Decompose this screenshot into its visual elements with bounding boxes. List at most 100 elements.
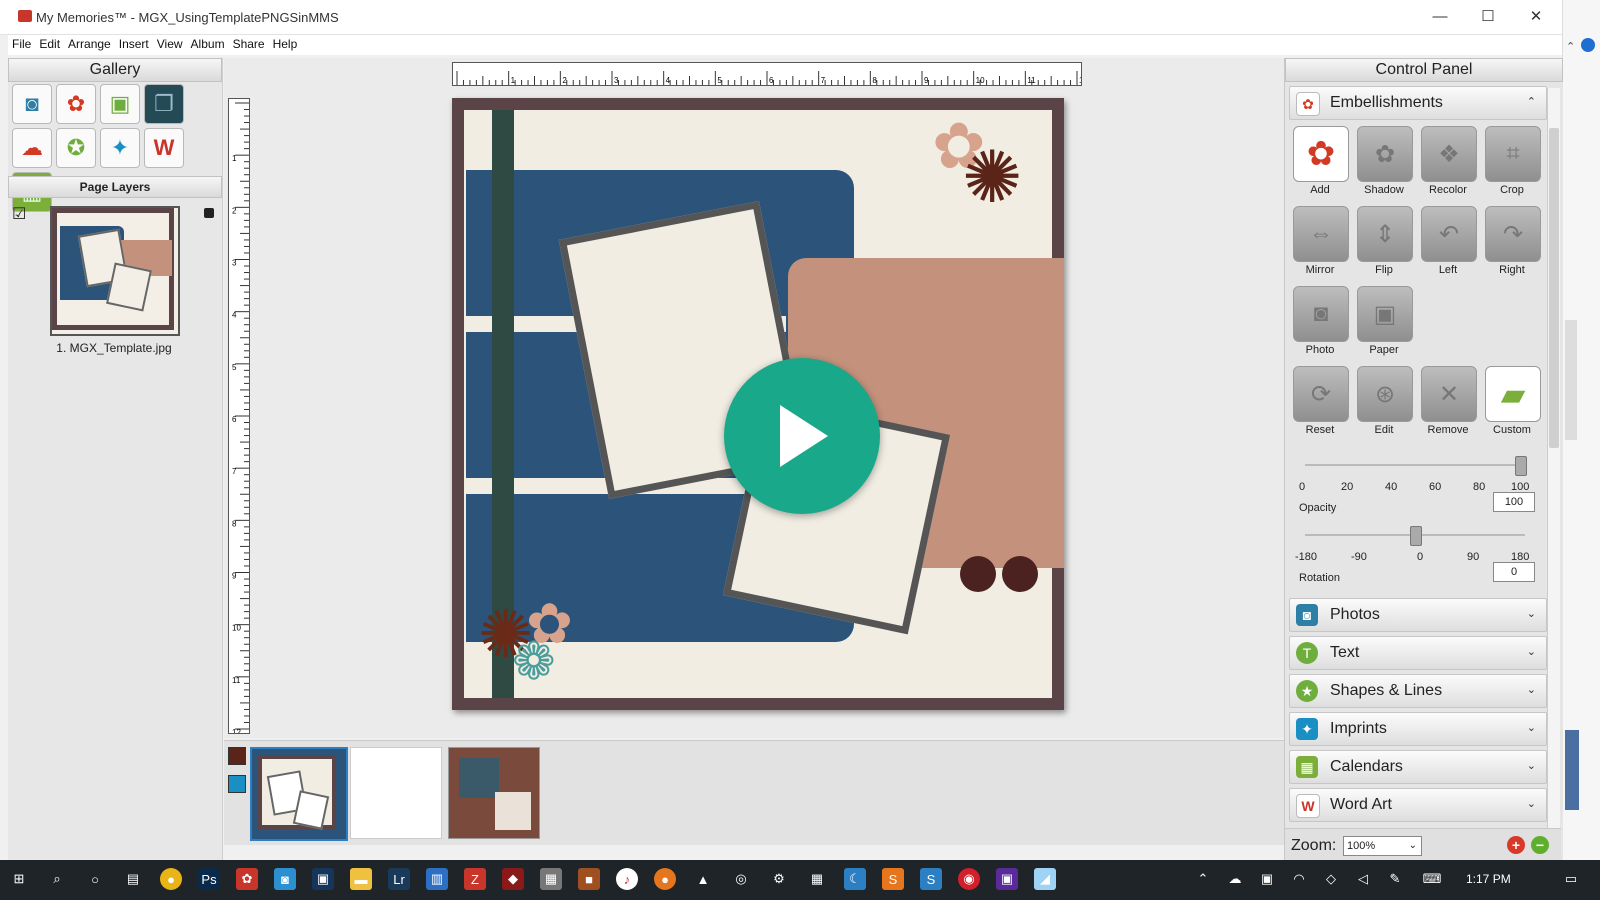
color-swatch-2[interactable]: [228, 775, 246, 793]
control-panel-scrollbar[interactable]: [1547, 88, 1560, 828]
menu-file[interactable]: File: [8, 35, 35, 53]
cortana-icon[interactable]: ○: [84, 868, 106, 890]
lightroom-icon[interactable]: Lr: [388, 868, 410, 890]
close-button[interactable]: ✕: [1512, 0, 1560, 34]
wifi-icon[interactable]: ◠: [1288, 868, 1310, 890]
pen-icon[interactable]: ✎: [1384, 868, 1406, 890]
app-icon-s-orange[interactable]: S: [882, 868, 904, 890]
crop-button[interactable]: ⌗: [1485, 126, 1541, 182]
rotation-slider[interactable]: [1305, 526, 1525, 546]
reset-button[interactable]: ⟳: [1293, 366, 1349, 422]
text-section-header[interactable]: T Text ⌄: [1289, 636, 1547, 670]
menu-edit[interactable]: Edit: [35, 35, 64, 53]
scrollbar-thumb[interactable]: [1549, 128, 1559, 448]
opacity-slider-thumb[interactable]: [1515, 456, 1527, 476]
zoom-select[interactable]: 100% ⌄: [1343, 836, 1422, 856]
dropbox-icon[interactable]: ◇: [1320, 868, 1342, 890]
page-thumbnail-1[interactable]: [250, 747, 348, 841]
menu-view[interactable]: View: [153, 35, 187, 53]
mirror-button[interactable]: ⇔: [1293, 206, 1349, 262]
opacity-slider[interactable]: [1305, 456, 1527, 476]
photo-button[interactable]: ◙: [1293, 286, 1349, 342]
photoshop-icon[interactable]: Ps: [198, 868, 220, 890]
custom-folder-button[interactable]: ▰: [1485, 366, 1541, 422]
app-icon-blue[interactable]: ◙: [274, 868, 296, 890]
minimize-button[interactable]: —: [1416, 0, 1464, 34]
add-button[interactable]: ✿: [1293, 126, 1349, 182]
rotation-slider-thumb[interactable]: [1410, 526, 1422, 546]
button-embellishment-1[interactable]: [960, 556, 996, 592]
flower-embellishment-top-2[interactable]: ✺: [962, 142, 1022, 214]
start-windows-icon[interactable]: ⊞: [8, 868, 30, 890]
color-swatch-1[interactable]: [228, 747, 246, 765]
menu-arrange[interactable]: Arrange: [64, 35, 115, 53]
star-icon[interactable]: ✪: [56, 128, 96, 168]
imprints-section-header[interactable]: ✦ Imprints ⌄: [1289, 712, 1547, 746]
app-icon-moon[interactable]: ☾: [844, 868, 866, 890]
flip-button[interactable]: ⇕: [1357, 206, 1413, 262]
app-icon-lightblue[interactable]: ◢: [1034, 868, 1056, 890]
app-icon-purple[interactable]: ▣: [996, 868, 1018, 890]
lock-icon[interactable]: [204, 208, 214, 218]
shapes-lines-section-header[interactable]: ★ Shapes & Lines ⌄: [1289, 674, 1547, 708]
rotation-input[interactable]: 0: [1493, 562, 1535, 582]
menu-insert[interactable]: Insert: [115, 35, 153, 53]
opacity-input[interactable]: 100: [1493, 492, 1535, 512]
clock-time[interactable]: 1:17 PM: [1466, 872, 1511, 886]
app-icon-brown[interactable]: ■: [578, 868, 600, 890]
search-icon[interactable]: ⌕: [46, 868, 68, 890]
camera-icon[interactable]: ◙: [12, 84, 52, 124]
volume-icon[interactable]: ◁: [1352, 868, 1374, 890]
layers-icon[interactable]: ❐: [144, 84, 184, 124]
recolor-button[interactable]: ❖: [1421, 126, 1477, 182]
button-embellishment-2[interactable]: [1002, 556, 1038, 592]
onedrive-cloud-icon[interactable]: ☁: [1224, 868, 1246, 890]
shadow-button[interactable]: ✿: [1357, 126, 1413, 182]
music-icon[interactable]: ♪: [616, 868, 638, 890]
app-icon-red[interactable]: ◆: [502, 868, 524, 890]
zoom-in-icon[interactable]: +: [1507, 836, 1525, 854]
mymemories-icon[interactable]: ✿: [236, 868, 258, 890]
calculator-icon[interactable]: ▦: [806, 868, 828, 890]
app-icon-dark[interactable]: ▣: [312, 868, 334, 890]
chrome-icon[interactable]: ●: [160, 868, 182, 890]
rotate-right-button[interactable]: ↷: [1485, 206, 1541, 262]
task-view-icon[interactable]: ▤: [122, 868, 144, 890]
butterfly-icon[interactable]: ✦: [100, 128, 140, 168]
menu-share[interactable]: Share: [229, 35, 269, 53]
calendars-section-header[interactable]: ▦ Calendars ⌄: [1289, 750, 1547, 784]
zoom-out-icon[interactable]: −: [1531, 836, 1549, 854]
flower-icon[interactable]: ✿: [56, 84, 96, 124]
chevron-up-icon[interactable]: ⌃: [1566, 40, 1575, 53]
app-icon-gray[interactable]: ▦: [540, 868, 562, 890]
gamepad-icon[interactable]: ◎: [730, 868, 752, 890]
page-thumbnail-2[interactable]: [350, 747, 442, 839]
paper-button[interactable]: ▣: [1357, 286, 1413, 342]
maximize-button[interactable]: ☐: [1464, 0, 1512, 34]
edit-button[interactable]: ⊛: [1357, 366, 1413, 422]
app-icon-orange[interactable]: ●: [654, 868, 676, 890]
file-explorer-icon[interactable]: ▬: [350, 868, 372, 890]
notifications-icon[interactable]: ▭: [1560, 868, 1582, 890]
keyboard-icon[interactable]: ⌨: [1418, 868, 1446, 890]
picture-icon[interactable]: ▣: [100, 84, 140, 124]
vlc-icon[interactable]: ▲: [692, 868, 714, 890]
rotate-left-button[interactable]: ↶: [1421, 206, 1477, 262]
strip-scrollbar[interactable]: [1565, 320, 1577, 440]
page-thumbnail-3[interactable]: [448, 747, 540, 839]
video-play-button[interactable]: [724, 358, 880, 514]
document-icon[interactable]: ▥: [426, 868, 448, 890]
layer-visibility-checkbox[interactable]: ☑: [12, 204, 26, 224]
embellishments-section-header[interactable]: ✿ Embellishments ⌃: [1289, 86, 1547, 120]
wordart-icon[interactable]: W: [144, 128, 184, 168]
filezilla-icon[interactable]: Z: [464, 868, 486, 890]
settings-gear-icon[interactable]: ⚙: [768, 868, 790, 890]
cloud-icon[interactable]: ☁: [12, 128, 52, 168]
photos-section-header[interactable]: ◙ Photos ⌄: [1289, 598, 1547, 632]
flower-embellishment-bottom-3[interactable]: ❁: [512, 634, 556, 690]
tray-app-icon[interactable]: ▣: [1256, 868, 1278, 890]
layer-thumbnail[interactable]: [50, 206, 180, 336]
menu-help[interactable]: Help: [269, 35, 302, 53]
remove-button[interactable]: ✕: [1421, 366, 1477, 422]
menu-album[interactable]: Album: [187, 35, 229, 53]
